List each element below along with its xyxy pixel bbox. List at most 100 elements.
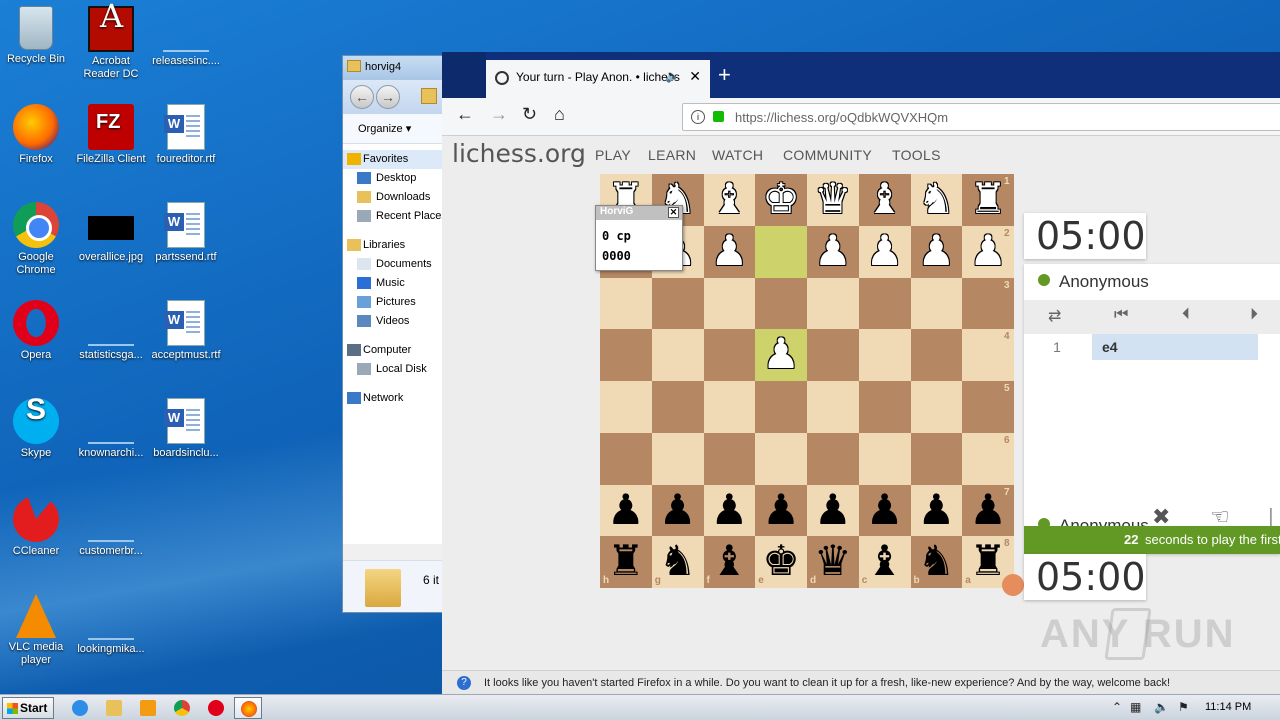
desktop-icon[interactable]: Acrobat Reader DC: [75, 6, 147, 81]
desktop-icon[interactable]: overallice.jpg: [75, 202, 147, 264]
white-queen-icon[interactable]: ♛: [807, 174, 859, 226]
board-square[interactable]: [858, 329, 911, 381]
board-square[interactable]: [651, 432, 704, 485]
desktop-icon[interactable]: Skype: [0, 398, 72, 460]
board-resize-handle[interactable]: [1002, 574, 1024, 596]
white-bishop-icon[interactable]: ♝: [859, 174, 911, 226]
board-square[interactable]: [651, 381, 704, 433]
tree-item[interactable]: Music: [343, 274, 445, 293]
tab-lichess[interactable]: Your turn - Play Anon. • lichess 🔈 ✕: [486, 60, 710, 98]
organize-menu[interactable]: Organize ▾: [343, 114, 445, 144]
desktop-icon[interactable]: boardsinclu...: [150, 398, 222, 460]
board-square[interactable]: [910, 329, 963, 381]
next-move-icon[interactable]: ⏵: [1250, 306, 1258, 324]
board-square[interactable]: [910, 432, 963, 485]
desktop-icon[interactable]: FileZilla Client: [75, 104, 147, 166]
board-square[interactable]: [703, 381, 756, 433]
black-pawn-icon[interactable]: ♟: [755, 485, 807, 537]
board-square[interactable]: [910, 381, 963, 433]
board-square[interactable]: [858, 381, 911, 433]
start-button[interactable]: Start: [2, 697, 54, 719]
white-pawn-icon[interactable]: ♟: [704, 226, 756, 278]
desktop-icon[interactable]: statisticsga...: [75, 300, 147, 362]
top-player[interactable]: Anonymous: [1038, 272, 1149, 292]
desktop-icon[interactable]: Firefox: [0, 104, 72, 166]
board-square[interactable]: [755, 432, 807, 485]
desktop-icon[interactable]: Google Chrome: [0, 202, 72, 277]
tree-item[interactable]: Favorites: [343, 150, 445, 169]
board-square[interactable]: [703, 329, 756, 381]
board-square[interactable]: [651, 277, 704, 330]
ie-taskbar-icon[interactable]: [66, 697, 94, 719]
board-square[interactable]: [858, 277, 911, 330]
board-square[interactable]: [807, 432, 859, 485]
flip-board-icon[interactable]: ⇄: [1048, 306, 1061, 326]
tree-item[interactable]: Local Disk: [343, 360, 445, 379]
desktop-icon[interactable]: lookingmika...: [75, 594, 147, 656]
eval-popup-title-bar[interactable]: HorviG ✕: [596, 206, 682, 220]
reload-icon[interactable]: ↻: [522, 104, 537, 125]
prev-move-icon[interactable]: ⏴: [1182, 306, 1190, 324]
desktop-icon[interactable]: releasesinc....: [150, 6, 222, 68]
board-square[interactable]: [910, 277, 963, 330]
opera-taskbar-icon[interactable]: [202, 697, 230, 719]
tree-item[interactable]: Libraries: [343, 236, 445, 255]
move-san[interactable]: e4: [1092, 334, 1258, 360]
nav-tools[interactable]: TOOLS: [892, 147, 941, 163]
board-square[interactable]: [807, 277, 859, 330]
black-pawn-icon[interactable]: ♟: [704, 485, 756, 537]
black-pawn-icon[interactable]: ♟: [859, 485, 911, 537]
speaker-icon[interactable]: 🔈: [665, 69, 680, 83]
black-pawn-icon[interactable]: ♟: [600, 485, 652, 537]
board-square[interactable]: [755, 381, 807, 433]
tree-item[interactable]: Downloads: [343, 188, 445, 207]
tree-item[interactable]: Videos: [343, 312, 445, 331]
black-pawn-icon[interactable]: ♟: [652, 485, 704, 537]
desktop-icon[interactable]: Recycle Bin: [0, 6, 72, 66]
desktop-icon[interactable]: VLC media player: [0, 594, 72, 667]
board-square[interactable]: [807, 329, 859, 381]
back-arrow-icon[interactable]: ←: [456, 104, 474, 125]
explorer-taskbar-icon[interactable]: [100, 697, 128, 719]
home-icon[interactable]: ⌂: [554, 104, 565, 125]
forward-arrow-icon[interactable]: →: [490, 104, 508, 125]
firefox-window[interactable]: Your turn - Play Anon. • lichess 🔈 ✕ + ←…: [442, 52, 1280, 694]
desktop-icon[interactable]: foureditor.rtf: [150, 104, 222, 166]
site-logo[interactable]: lichess.org: [452, 139, 586, 168]
volume-tray-icon[interactable]: 🔈: [1154, 700, 1169, 714]
board-square[interactable]: [703, 277, 756, 330]
desktop-icon[interactable]: knownarchi...: [75, 398, 147, 460]
desktop-icon[interactable]: partssend.rtf: [150, 202, 222, 264]
tree-item[interactable]: Documents: [343, 255, 445, 274]
board-square[interactable]: [703, 432, 756, 485]
tree-item[interactable]: Desktop: [343, 169, 445, 188]
board-square[interactable]: [600, 432, 652, 485]
eval-popup[interactable]: HorviG ✕ 0 cp 0000: [595, 205, 683, 271]
white-pawn-icon[interactable]: ♟: [807, 226, 859, 278]
white-bishop-icon[interactable]: ♝: [704, 174, 756, 226]
close-icon[interactable]: ✕: [689, 68, 701, 85]
board-square[interactable]: [600, 329, 652, 381]
black-pawn-icon[interactable]: ♟: [911, 485, 963, 537]
board-square[interactable]: [755, 225, 807, 278]
network-tray-icon[interactable]: ▦: [1130, 700, 1141, 714]
tray-expand-icon[interactable]: ⌃: [1112, 700, 1122, 714]
nav-watch[interactable]: WATCH: [712, 147, 763, 163]
url-bar[interactable]: i https://lichess.org/oQdbkWQVXHQm: [682, 103, 1280, 131]
white-pawn-icon[interactable]: ♟: [911, 226, 963, 278]
black-bishop-icon[interactable]: ♝: [704, 536, 756, 588]
system-clock[interactable]: 11:14 PM: [1205, 701, 1251, 713]
explorer-window[interactable]: horvig4 ← → Organize ▾ Favorites Desktop D…: [342, 55, 446, 613]
black-pawn-icon[interactable]: ♟: [807, 485, 859, 537]
tree-item[interactable]: Pictures: [343, 293, 445, 312]
forward-arrow-icon[interactable]: →: [376, 85, 400, 109]
board-square[interactable]: [600, 277, 652, 330]
first-move-icon[interactable]: ⏮: [1114, 306, 1128, 324]
desktop-icon[interactable]: acceptmust.rtf: [150, 300, 222, 362]
board-square[interactable]: [858, 432, 911, 485]
white-king-icon[interactable]: ♚: [755, 174, 807, 226]
back-arrow-icon[interactable]: ←: [350, 85, 374, 109]
explorer-titlebar[interactable]: horvig4: [343, 56, 445, 80]
white-pawn-icon[interactable]: ♟: [859, 226, 911, 278]
nav-learn[interactable]: LEARN: [648, 147, 696, 163]
